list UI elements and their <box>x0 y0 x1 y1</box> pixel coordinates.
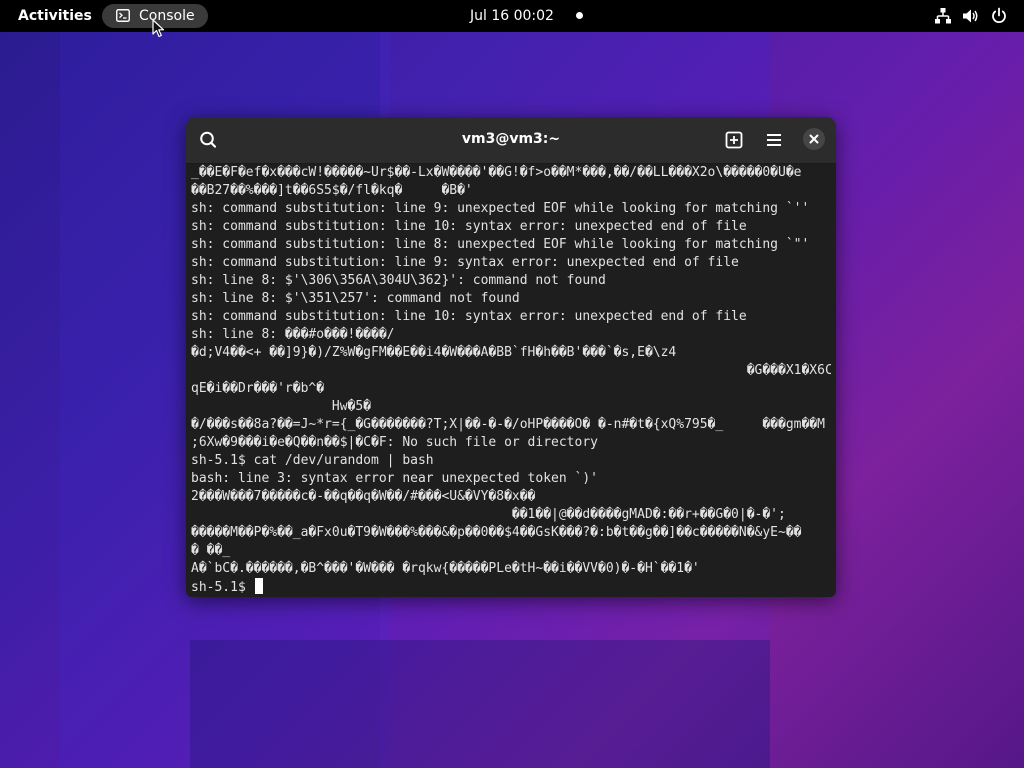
text-cursor <box>254 578 263 594</box>
terminal-app-icon <box>116 9 130 26</box>
new-tab-icon[interactable] <box>719 125 749 155</box>
mouse-pointer-icon <box>152 19 165 42</box>
terminal-line: sh: line 8: $'\306\356A\304U\362}': comm… <box>191 273 606 288</box>
terminal-line: sh: line 8: $'\351\257': command not fou… <box>191 291 520 306</box>
network-icon[interactable] <box>934 7 952 29</box>
search-icon[interactable] <box>193 125 223 155</box>
app-menu-label: Console <box>139 8 195 24</box>
close-icon[interactable] <box>803 128 825 150</box>
terminal-line: �G���X1�X6C�e��))�} <box>191 363 831 378</box>
menu-icon[interactable] <box>759 125 789 155</box>
terminal-line: 2���W���7�����c�-��q��q�W��/#���<U&�VY�8… <box>191 489 536 504</box>
terminal-line: ��B27��%���]t��6S5$�/fl�kq� �B�' <box>191 183 473 198</box>
terminal-line: �����M��P�%��_a�Fx0u�T9�W���%���&�p��0��… <box>191 525 802 540</box>
terminal-line: � ��_ <box>191 543 231 558</box>
volume-icon[interactable] <box>962 7 980 29</box>
terminal-line: A�`bC�.������,�B^���'�W��� �rqkw{�����PL… <box>191 561 700 576</box>
terminal-line: sh-5.1$ cat /dev/urandom | bash <box>191 453 434 468</box>
terminal-line: sh: command substitution: line 9: syntax… <box>191 255 739 270</box>
terminal-line: qE�i��Dr���'r�b^� <box>191 381 325 396</box>
terminal-line: sh: line 8: ���#o���!����/ <box>191 327 395 342</box>
activities-button[interactable]: Activities <box>10 4 100 28</box>
terminal-line: ��1��|@��d����gMAD�:��r+��G�0|�-�'; <box>191 507 786 522</box>
terminal-prompt-line[interactable]: sh-5.1$ <box>191 578 831 594</box>
shell-prompt: sh-5.1$ <box>191 580 254 594</box>
wallpaper-panel <box>190 640 770 768</box>
terminal-line: sh: command substitution: line 10: synta… <box>191 219 747 234</box>
clock[interactable]: Jul 16 00:02 <box>452 4 572 28</box>
terminal-line: sh: command substitution: line 9: unexpe… <box>191 201 810 216</box>
terminal-window[interactable]: vm3@vm3:~ _��E�F�ef�x���cW!�����~Ur$��-L… <box>186 117 836 597</box>
terminal-headerbar[interactable]: vm3@vm3:~ <box>186 117 836 164</box>
terminal-output[interactable]: _��E�F�ef�x���cW!�����~Ur$��-Lx�W����'��… <box>191 164 831 594</box>
terminal-line: ;6Xw�9���i�e�Q��n��$|�C�F: No such file … <box>191 435 598 450</box>
power-icon[interactable] <box>990 7 1008 29</box>
notification-indicator <box>576 12 583 19</box>
terminal-line: Hw�5� <box>191 399 372 414</box>
terminal-line: bash: line 3: syntax error near unexpect… <box>191 471 598 486</box>
terminal-line: �/���s��8a?��=J~*r={_�G�������?T;X|��-�-… <box>191 417 825 432</box>
terminal-line: sh: command substitution: line 8: unexpe… <box>191 237 810 252</box>
terminal-line: _��E�F�ef�x���cW!�����~Ur$��-Lx�W����'��… <box>191 165 802 180</box>
terminal-line: sh: command substitution: line 10: synta… <box>191 309 747 324</box>
terminal-line: �d;V4��<+ ��]9}�)/Z%W�gFM��E��i4�W���A�B… <box>191 345 677 360</box>
